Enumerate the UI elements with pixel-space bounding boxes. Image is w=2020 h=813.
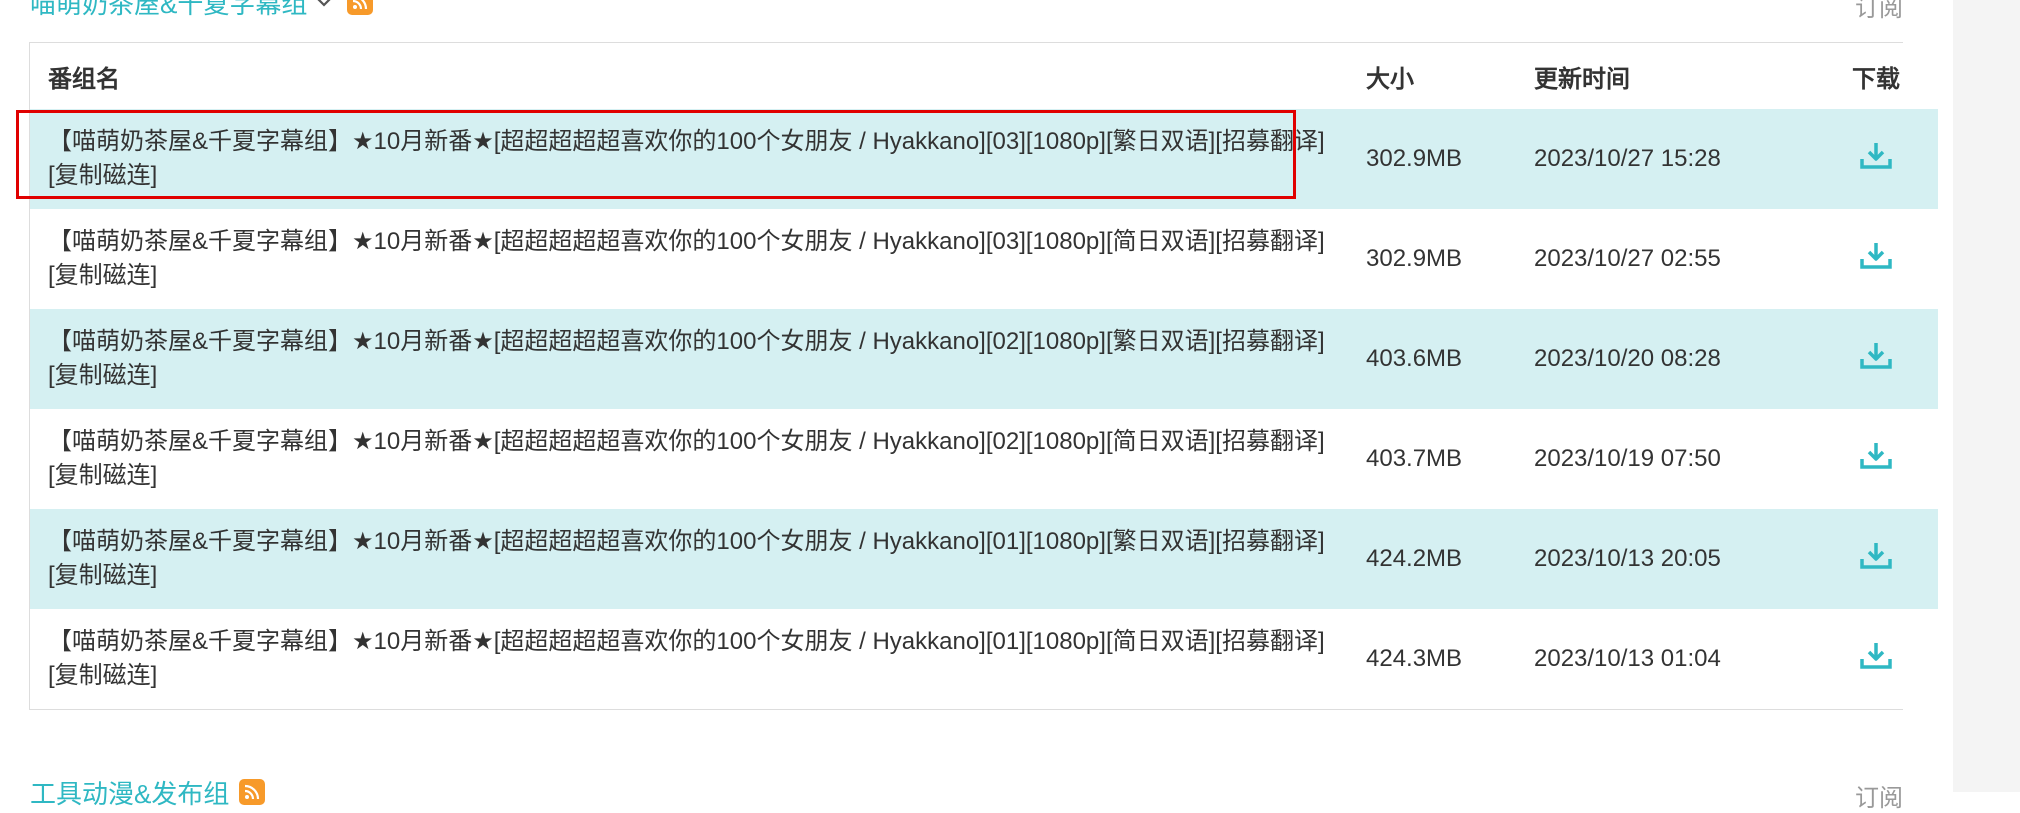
rss-icon[interactable] — [347, 0, 374, 15]
download-cell — [1814, 609, 1938, 709]
torrent-title-link[interactable]: 【喵萌奶茶屋&千夏字幕组】★10月新番★[超超超超超喜欢你的100个女朋友 / … — [48, 328, 1325, 355]
torrent-title-cell: 【喵萌奶茶屋&千夏字幕组】★10月新番★[超超超超超喜欢你的100个女朋友 / … — [30, 209, 1348, 309]
torrent-title-link[interactable]: 【喵萌奶茶屋&千夏字幕组】★10月新番★[超超超超超喜欢你的100个女朋友 / … — [48, 428, 1325, 455]
page-scroll-gutter — [1953, 0, 2020, 792]
table-row: 【喵萌奶茶屋&千夏字幕组】★10月新番★[超超超超超喜欢你的100个女朋友 / … — [30, 409, 1938, 509]
torrent-update-time: 2023/10/20 08:28 — [1516, 309, 1814, 409]
download-cell — [1814, 509, 1938, 609]
group-header-top: 喵萌奶茶屋&千夏字幕组 — [30, 0, 374, 22]
torrent-update-time: 2023/10/13 20:05 — [1516, 509, 1814, 609]
copy-magnet-link[interactable]: [复制磁连] — [48, 262, 157, 289]
torrent-size: 424.3MB — [1348, 609, 1516, 709]
torrent-size: 302.9MB — [1348, 109, 1516, 209]
subscribe-link[interactable]: 订阅 — [1855, 0, 1903, 23]
torrent-table: 番组名 大小 更新时间 下载 【喵萌奶茶屋&千夏字幕组】★10月新番★[超超超超… — [30, 43, 1938, 709]
download-cell — [1814, 109, 1938, 209]
copy-magnet-link[interactable]: [复制磁连] — [48, 362, 157, 389]
group-title[interactable]: 喵萌奶茶屋&千夏字幕组 — [30, 0, 307, 21]
torrent-update-time: 2023/10/19 07:50 — [1516, 409, 1814, 509]
torrent-size: 424.2MB — [1348, 509, 1516, 609]
download-icon[interactable] — [1859, 441, 1893, 471]
column-header-size: 大小 — [1348, 43, 1516, 109]
table-row: 【喵萌奶茶屋&千夏字幕组】★10月新番★[超超超超超喜欢你的100个女朋友 / … — [30, 509, 1938, 609]
torrent-title-link[interactable]: 【喵萌奶茶屋&千夏字幕组】★10月新番★[超超超超超喜欢你的100个女朋友 / … — [48, 128, 1325, 155]
download-icon[interactable] — [1859, 341, 1893, 371]
torrent-title-link[interactable]: 【喵萌奶茶屋&千夏字幕组】★10月新番★[超超超超超喜欢你的100个女朋友 / … — [48, 228, 1325, 255]
torrent-size: 403.7MB — [1348, 409, 1516, 509]
download-icon[interactable] — [1859, 141, 1893, 171]
copy-magnet-link[interactable]: [复制磁连] — [48, 562, 157, 589]
torrent-title-cell: 【喵萌奶茶屋&千夏字幕组】★10月新番★[超超超超超喜欢你的100个女朋友 / … — [30, 609, 1348, 709]
column-header-time: 更新时间 — [1516, 43, 1814, 109]
torrent-size: 302.9MB — [1348, 209, 1516, 309]
group-title[interactable]: 工具动漫&发布组 — [30, 774, 229, 811]
download-cell — [1814, 409, 1938, 509]
torrent-title-cell: 【喵萌奶茶屋&千夏字幕组】★10月新番★[超超超超超喜欢你的100个女朋友 / … — [30, 109, 1348, 209]
torrent-update-time: 2023/10/27 02:55 — [1516, 209, 1814, 309]
chevron-down-icon[interactable] — [315, 0, 337, 13]
torrent-size: 403.6MB — [1348, 309, 1516, 409]
copy-magnet-link[interactable]: [复制磁连] — [48, 162, 157, 189]
column-header-download: 下载 — [1814, 43, 1938, 109]
table-header-row: 番组名 大小 更新时间 下载 — [30, 43, 1938, 109]
subscribe-link[interactable]: 订阅 — [1855, 778, 1903, 813]
download-icon[interactable] — [1859, 241, 1893, 271]
copy-magnet-link[interactable]: [复制磁连] — [48, 462, 157, 489]
torrent-title-cell: 【喵萌奶茶屋&千夏字幕组】★10月新番★[超超超超超喜欢你的100个女朋友 / … — [30, 309, 1348, 409]
table-row: 【喵萌奶茶屋&千夏字幕组】★10月新番★[超超超超超喜欢你的100个女朋友 / … — [30, 609, 1938, 709]
rss-icon[interactable] — [239, 779, 266, 805]
group-header-bottom: 工具动漫&发布组 — [30, 772, 266, 812]
download-icon[interactable] — [1859, 541, 1893, 571]
column-header-title: 番组名 — [30, 43, 1348, 109]
table-row: 【喵萌奶茶屋&千夏字幕组】★10月新番★[超超超超超喜欢你的100个女朋友 / … — [30, 109, 1938, 209]
download-icon[interactable] — [1859, 641, 1893, 671]
torrent-title-cell: 【喵萌奶茶屋&千夏字幕组】★10月新番★[超超超超超喜欢你的100个女朋友 / … — [30, 409, 1348, 509]
copy-magnet-link[interactable]: [复制磁连] — [48, 662, 157, 689]
torrent-update-time: 2023/10/13 01:04 — [1516, 609, 1814, 709]
torrent-title-link[interactable]: 【喵萌奶茶屋&千夏字幕组】★10月新番★[超超超超超喜欢你的100个女朋友 / … — [48, 628, 1325, 655]
torrent-title-link[interactable]: 【喵萌奶茶屋&千夏字幕组】★10月新番★[超超超超超喜欢你的100个女朋友 / … — [48, 528, 1325, 555]
torrent-title-cell: 【喵萌奶茶屋&千夏字幕组】★10月新番★[超超超超超喜欢你的100个女朋友 / … — [30, 509, 1348, 609]
torrent-table-container: 番组名 大小 更新时间 下载 【喵萌奶茶屋&千夏字幕组】★10月新番★[超超超超… — [29, 42, 1938, 710]
torrent-update-time: 2023/10/27 15:28 — [1516, 109, 1814, 209]
table-row: 【喵萌奶茶屋&千夏字幕组】★10月新番★[超超超超超喜欢你的100个女朋友 / … — [30, 209, 1938, 309]
download-cell — [1814, 209, 1938, 309]
download-cell — [1814, 309, 1938, 409]
table-row: 【喵萌奶茶屋&千夏字幕组】★10月新番★[超超超超超喜欢你的100个女朋友 / … — [30, 309, 1938, 409]
